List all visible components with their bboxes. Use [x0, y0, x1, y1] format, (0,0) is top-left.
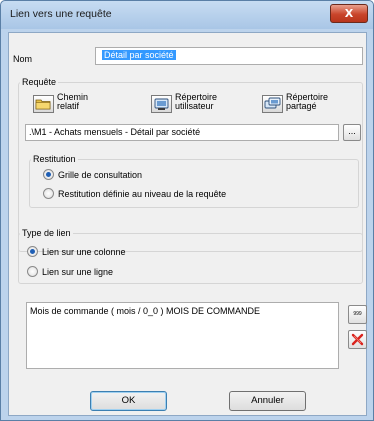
shared-directory-label: Répertoire partagé — [286, 93, 328, 111]
user-directory-icon — [154, 98, 169, 110]
shared-directory-label-line2: partagé — [286, 101, 317, 111]
requete-group-title: Requête — [20, 77, 59, 87]
restitution-requete-label: Restitution définie au niveau de la requ… — [58, 189, 227, 199]
restitution-group — [29, 159, 359, 208]
nom-value: Détail par société — [102, 50, 176, 60]
delete-x-icon — [351, 333, 364, 346]
user-directory-label-line2: utilisateur — [175, 101, 214, 111]
delete-item-button[interactable] — [348, 330, 367, 349]
radio-restitution-requete[interactable] — [43, 188, 54, 199]
ok-label: OK — [121, 395, 136, 406]
lien-ligne-label: Lien sur une ligne — [42, 267, 114, 277]
window-title: Lien vers une requête — [10, 8, 112, 20]
query-path-input[interactable]: .\M1 - Achats mensuels - Détail par soci… — [25, 124, 339, 141]
dialog-client-area: Nom Détail par société Requête Chemin re… — [8, 32, 367, 416]
cancel-button[interactable]: Annuler — [229, 391, 306, 411]
query-path-value: .\M1 - Achats mensuels - Détail par soci… — [29, 127, 201, 137]
relative-path-label-line2: relatif — [57, 101, 80, 111]
restitution-group-title: Restitution — [31, 154, 78, 164]
browse-button[interactable]: ... — [343, 124, 361, 141]
close-button[interactable]: X — [330, 4, 368, 23]
nom-label: Nom — [13, 54, 33, 64]
dialog-window: Lien vers une requête X Nom Détail par s… — [0, 0, 374, 421]
list-item[interactable]: Mois de commande ( mois / 0_0 ) MOIS DE … — [30, 306, 260, 316]
type-de-lien-group-title: Type de lien — [20, 228, 73, 238]
edit-item-label: 999 — [353, 311, 362, 317]
nom-input[interactable]: Détail par société — [95, 47, 363, 65]
relative-path-button[interactable] — [33, 95, 54, 113]
title-bar[interactable]: Lien vers une requête X — [1, 1, 373, 29]
edit-item-button[interactable]: 999 — [348, 305, 367, 324]
user-directory-label: Répertoire utilisateur — [175, 93, 217, 111]
lien-colonne-label: Lien sur une colonne — [42, 247, 126, 257]
radio-lien-ligne[interactable] — [27, 266, 38, 277]
browse-label: ... — [348, 126, 356, 136]
user-directory-button[interactable] — [151, 95, 172, 113]
close-icon: X — [344, 7, 354, 20]
shared-directory-button[interactable] — [262, 95, 283, 113]
folder-icon — [35, 99, 51, 110]
grille-consultation-label: Grille de consultation — [58, 170, 143, 180]
link-fields-list[interactable]: Mois de commande ( mois / 0_0 ) MOIS DE … — [26, 302, 339, 369]
shared-directory-icon — [264, 97, 281, 109]
ok-button[interactable]: OK — [90, 391, 167, 411]
cancel-label: Annuler — [251, 395, 284, 406]
radio-lien-colonne[interactable] — [27, 246, 38, 257]
relative-path-label: Chemin relatif — [57, 93, 88, 111]
radio-grille-consultation[interactable] — [43, 169, 54, 180]
